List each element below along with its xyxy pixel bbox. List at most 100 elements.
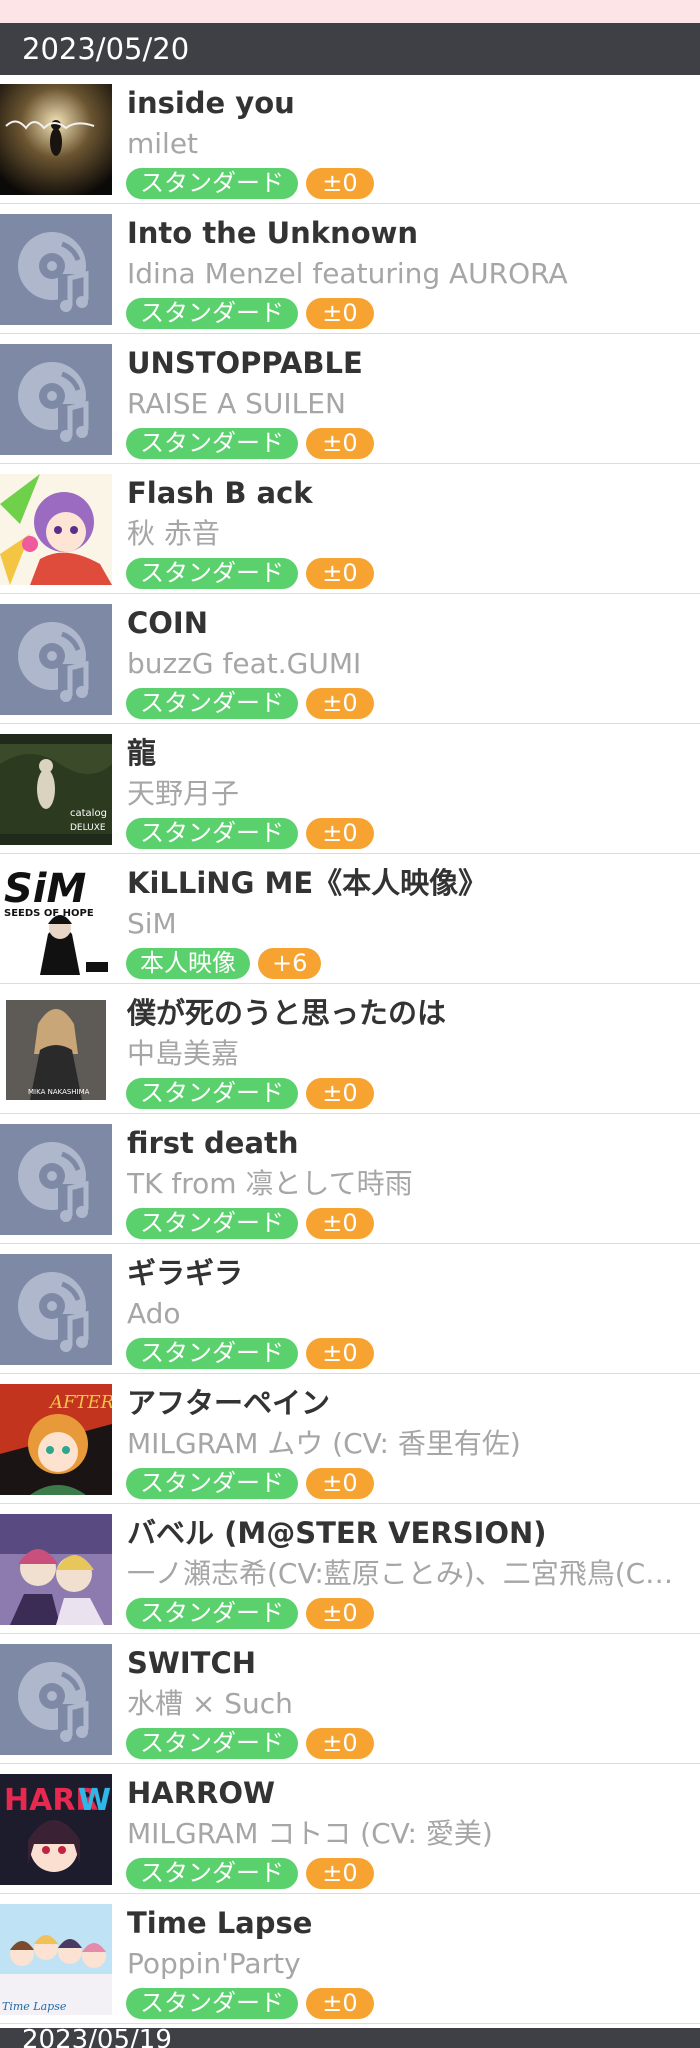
song-row[interactable]: Into the Unknown Idina Menzel featuring … — [0, 205, 700, 334]
type-badge: スタンダード — [126, 1598, 298, 1629]
song-title: ギラギラ — [127, 1256, 244, 1290]
song-row[interactable]: Flash B ack 秋 赤音 スタンダード ±0 — [0, 465, 700, 594]
key-offset-badge: ±0 — [306, 558, 374, 589]
type-badge: スタンダード — [126, 688, 298, 719]
svg-text:SiM: SiM — [4, 866, 86, 912]
type-badge: スタンダード — [126, 1338, 298, 1369]
svg-text:W: W — [78, 1783, 111, 1818]
song-title: UNSTOPPABLE — [127, 346, 363, 380]
song-badges: スタンダード ±0 — [126, 428, 374, 459]
key-offset-badge: ±0 — [306, 298, 374, 329]
type-badge: スタンダード — [126, 298, 298, 329]
song-badges: スタンダード ±0 — [126, 688, 374, 719]
key-offset-badge: ±0 — [306, 168, 374, 199]
album-art: catalog DELUXE — [0, 734, 112, 845]
type-badge: スタンダード — [126, 168, 298, 199]
key-offset-badge: ±0 — [306, 1338, 374, 1369]
song-badges: スタンダード ±0 — [126, 818, 374, 849]
type-badge: スタンダード — [126, 1858, 298, 1889]
song-row[interactable]: COIN buzzG feat.GUMI スタンダード ±0 — [0, 595, 700, 724]
key-offset-badge: +6 — [258, 948, 322, 979]
album-art: AFTER — [0, 1384, 112, 1495]
song-list: inside you milet スタンダード ±0 Into the Unkn… — [0, 75, 700, 2024]
album-placeholder-icon — [0, 214, 112, 325]
song-artist: 中島美嘉 — [127, 1037, 240, 1070]
top-strip — [0, 0, 700, 23]
type-badge: スタンダード — [126, 1988, 298, 2019]
svg-text:MIKA NAKASHIMA: MIKA NAKASHIMA — [28, 1088, 90, 1096]
key-offset-badge: ±0 — [306, 818, 374, 849]
song-title: バベル (M@STER VERSION) — [127, 1516, 547, 1550]
album-placeholder-icon — [0, 1124, 112, 1235]
album-placeholder-icon — [0, 604, 112, 715]
song-badges: スタンダード ±0 — [126, 168, 374, 199]
song-artist: Idina Menzel featuring AURORA — [127, 257, 568, 290]
song-row[interactable]: AFTER アフターペイン MILGRAM ムウ (CV: 香里有佐) スタンダ… — [0, 1375, 700, 1504]
svg-text:DELUXE: DELUXE — [70, 823, 106, 833]
album-art: MIKA NAKASHIMA — [0, 994, 112, 1105]
type-badge: スタンダード — [126, 1078, 298, 1109]
song-badges: スタンダード ±0 — [126, 1858, 374, 1889]
song-row[interactable]: Time Lapse Time Lapse Poppin'Party スタンダー… — [0, 1895, 700, 2024]
type-badge: スタンダード — [126, 818, 298, 849]
song-row[interactable]: inside you milet スタンダード ±0 — [0, 75, 700, 204]
song-badges: スタンダード ±0 — [126, 558, 374, 589]
song-badges: スタンダード ±0 — [126, 1208, 374, 1239]
key-offset-badge: ±0 — [306, 688, 374, 719]
song-row[interactable]: catalog DELUXE 龍 天野月子 スタンダード ±0 — [0, 725, 700, 854]
album-art: Time Lapse — [0, 1904, 112, 2015]
song-badges: スタンダード ±0 — [126, 1338, 374, 1369]
song-badges: スタンダード ±0 — [126, 1598, 374, 1629]
key-offset-badge: ±0 — [306, 1858, 374, 1889]
key-offset-badge: ±0 — [306, 1078, 374, 1109]
song-title: 僕が死のうと思ったのは — [127, 996, 447, 1030]
type-badge: 本人映像 — [126, 948, 250, 979]
song-artist: MILGRAM ムウ (CV: 香里有佐) — [127, 1427, 521, 1460]
song-artist: 水槽 × Such — [127, 1687, 293, 1720]
song-artist: milet — [127, 127, 199, 160]
album-placeholder-icon — [0, 344, 112, 455]
song-title: KiLLiNG ME《本人映像》 — [127, 866, 488, 900]
song-title: inside you — [127, 86, 295, 120]
song-row[interactable]: UNSTOPPABLE RAISE A SUILEN スタンダード ±0 — [0, 335, 700, 464]
song-row[interactable]: MIKA NAKASHIMA 僕が死のうと思ったのは 中島美嘉 スタンダード ±… — [0, 985, 700, 1114]
key-offset-badge: ±0 — [306, 1208, 374, 1239]
song-badges: 本人映像 +6 — [126, 948, 322, 979]
song-artist: MILGRAM コトコ (CV: 愛美) — [127, 1817, 493, 1850]
song-row[interactable]: first death TK from 凛として時雨 スタンダード ±0 — [0, 1115, 700, 1244]
key-offset-badge: ±0 — [306, 428, 374, 459]
type-badge: スタンダード — [126, 558, 298, 589]
song-badges: スタンダード ±0 — [126, 1728, 374, 1759]
song-badges: スタンダード ±0 — [126, 1988, 374, 2019]
song-artist: 一ノ瀬志希(CV:藍原ことみ)、二宮飛鳥(C… — [127, 1557, 674, 1590]
song-row[interactable]: SWITCH 水槽 × Such スタンダード ±0 — [0, 1635, 700, 1764]
song-artist: TK from 凛として時雨 — [127, 1167, 413, 1200]
song-row[interactable]: バベル (M@STER VERSION) 一ノ瀬志希(CV:藍原ことみ)、二宮飛… — [0, 1505, 700, 1634]
song-badges: スタンダード ±0 — [126, 1078, 374, 1109]
song-artist: RAISE A SUILEN — [127, 387, 346, 420]
song-title: first death — [127, 1126, 299, 1160]
song-row[interactable]: HARR W HARROW MILGRAM コトコ (CV: 愛美) スタンダー… — [0, 1765, 700, 1894]
song-title: Into the Unknown — [127, 216, 419, 250]
song-title: 龍 — [127, 736, 157, 770]
type-badge: スタンダード — [126, 1468, 298, 1499]
svg-text:catalog: catalog — [70, 808, 107, 819]
key-offset-badge: ±0 — [306, 1728, 374, 1759]
song-row[interactable]: ギラギラ Ado スタンダード ±0 — [0, 1245, 700, 1374]
song-row[interactable]: SiM SEEDS OF HOPE KiLLiNG ME《本人映像》 SiM 本… — [0, 855, 700, 984]
album-art: HARR W — [0, 1774, 112, 1885]
song-artist: Ado — [127, 1297, 181, 1330]
svg-text:AFTER: AFTER — [48, 1392, 112, 1413]
album-art — [0, 84, 112, 195]
key-offset-badge: ±0 — [306, 1988, 374, 2019]
type-badge: スタンダード — [126, 1728, 298, 1759]
next-date-header: 2023/05/19 — [0, 2028, 700, 2048]
song-title: Flash B ack — [127, 476, 313, 510]
album-placeholder-icon — [0, 1644, 112, 1755]
album-art — [0, 474, 112, 585]
album-placeholder-icon — [0, 1254, 112, 1365]
song-title: COIN — [127, 606, 208, 640]
song-artist: SiM — [127, 907, 177, 940]
type-badge: スタンダード — [126, 1208, 298, 1239]
svg-text:SEEDS OF HOPE: SEEDS OF HOPE — [4, 908, 94, 919]
